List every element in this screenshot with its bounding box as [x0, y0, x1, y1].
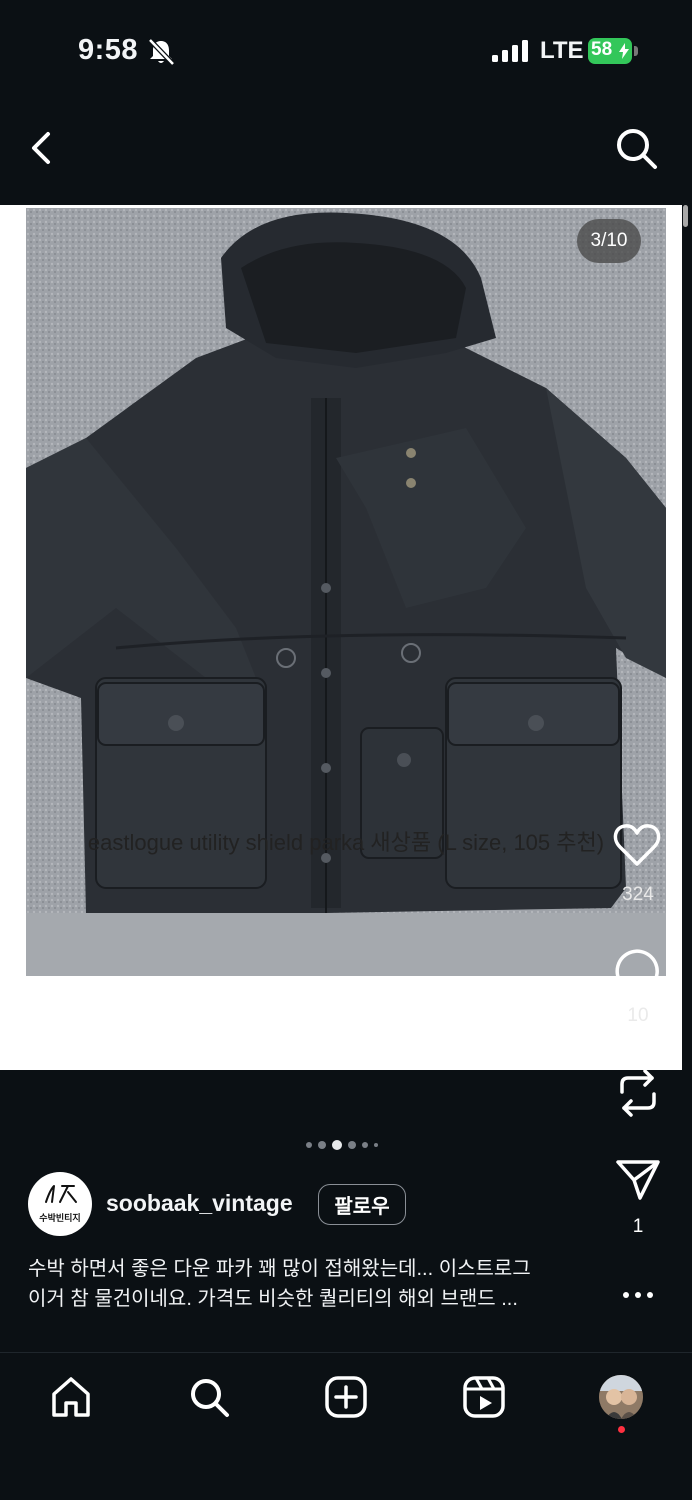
- back-icon[interactable]: [26, 128, 56, 168]
- profile-avatar[interactable]: [599, 1375, 643, 1419]
- description-line: 수박 하면서 좋은 다운 파카 꽤 많이 접해왔는데... 이스트로그: [28, 1258, 531, 1280]
- share-count: 1: [632, 1216, 644, 1237]
- author-avatar[interactable]: 수박빈티지: [28, 1172, 92, 1236]
- create-icon[interactable]: [323, 1374, 369, 1420]
- post-card[interactable]: 3/10: [0, 205, 682, 1070]
- profile-photo-icon: [599, 1375, 643, 1419]
- scrollbar[interactable]: [683, 205, 688, 227]
- signal-icon: [492, 40, 528, 62]
- network-label: LTE: [540, 37, 584, 64]
- comment-icon[interactable]: [614, 948, 660, 994]
- description-line: 이거 참 물건이네요. 가격도 비슷한 퀄리티의 해외 브랜드 ...: [28, 1288, 518, 1310]
- battery-level: 58: [591, 39, 613, 60]
- carousel-dot: [362, 1142, 368, 1148]
- jacket-photo[interactable]: [26, 208, 666, 976]
- top-navigation: [0, 100, 692, 205]
- reels-icon[interactable]: [461, 1374, 507, 1420]
- status-time: 9:58: [78, 34, 139, 66]
- search-tab-icon[interactable]: [186, 1374, 232, 1420]
- repost-icon[interactable]: [616, 1068, 660, 1118]
- like-count: 324: [622, 884, 654, 905]
- search-icon[interactable]: [612, 124, 660, 172]
- page-counter: 3/10: [577, 219, 641, 263]
- post-description[interactable]: 수박 하면서 좋은 다운 파카 꽤 많이 접해왔는데... 이스트로그 이거 참…: [28, 1254, 598, 1314]
- more-icon[interactable]: [620, 1284, 656, 1306]
- carousel-dot: [318, 1141, 326, 1149]
- carousel-dot: [348, 1141, 356, 1149]
- battery-icon: 58: [588, 38, 638, 64]
- carousel-dot: [374, 1143, 378, 1147]
- notification-dot: [618, 1426, 625, 1433]
- author-username[interactable]: soobaak_vintage: [106, 1190, 293, 1217]
- avatar-text: 수박빈티지: [39, 1213, 81, 1223]
- follow-button[interactable]: 팔로우: [318, 1184, 406, 1225]
- comment-count: 10: [627, 1005, 649, 1026]
- avatar-logo-icon: [45, 1185, 77, 1203]
- post-caption: eastlogue utility shield parka 새상품 (L si…: [87, 830, 605, 855]
- home-icon[interactable]: [48, 1374, 94, 1420]
- heart-icon[interactable]: [612, 822, 662, 868]
- carousel-dot-active: [332, 1140, 342, 1150]
- status-bar: 9:58 LTE 58: [0, 0, 692, 100]
- send-icon[interactable]: [614, 1158, 662, 1202]
- bell-off-icon: [148, 38, 175, 66]
- carousel-dot: [306, 1142, 312, 1148]
- carousel-dots: [306, 1140, 378, 1150]
